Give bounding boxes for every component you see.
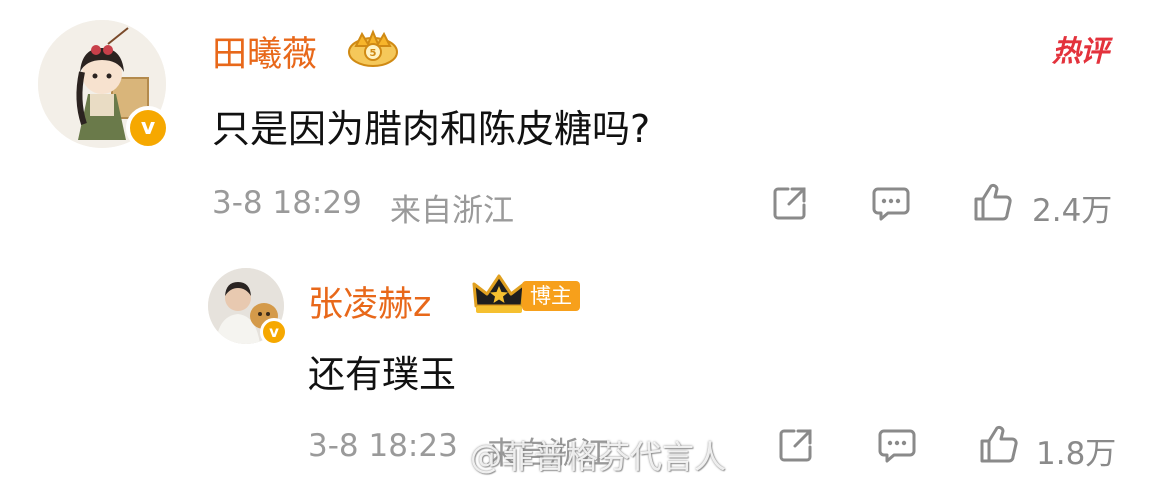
reply-verified-badge: v <box>260 318 288 346</box>
like-icon[interactable] <box>972 181 1014 223</box>
commenter-username[interactable]: 田曦薇 <box>212 26 317 77</box>
svg-text:5: 5 <box>370 48 377 59</box>
comment-time: 3-8 18:29 <box>212 185 362 221</box>
reply-time: 3-8 18:23 <box>308 428 458 464</box>
share-icon[interactable] <box>770 183 810 223</box>
comment-icon[interactable] <box>876 425 918 465</box>
comment-like-count: 2.4万 <box>1032 193 1113 229</box>
crown-icon <box>472 274 526 313</box>
reply-text: 还有璞玉 <box>308 353 456 396</box>
comment-icon[interactable] <box>870 183 912 223</box>
comment-text: 只是因为腊肉和陈皮糖吗? <box>212 107 651 151</box>
verified-badge: v <box>126 106 170 150</box>
watermark: @菲普格芬代言人 <box>470 438 727 476</box>
crown-icon: 5 <box>348 29 398 67</box>
replier-username[interactable]: 张凌赫z <box>308 276 431 327</box>
comment-location: 来自浙江 <box>390 193 514 229</box>
author-badge: 博主 <box>522 281 580 311</box>
reply-like-count: 1.8万 <box>1036 436 1117 472</box>
hot-comment-label: 热评 <box>1052 34 1109 68</box>
share-icon[interactable] <box>776 425 816 465</box>
like-icon[interactable] <box>978 423 1020 465</box>
